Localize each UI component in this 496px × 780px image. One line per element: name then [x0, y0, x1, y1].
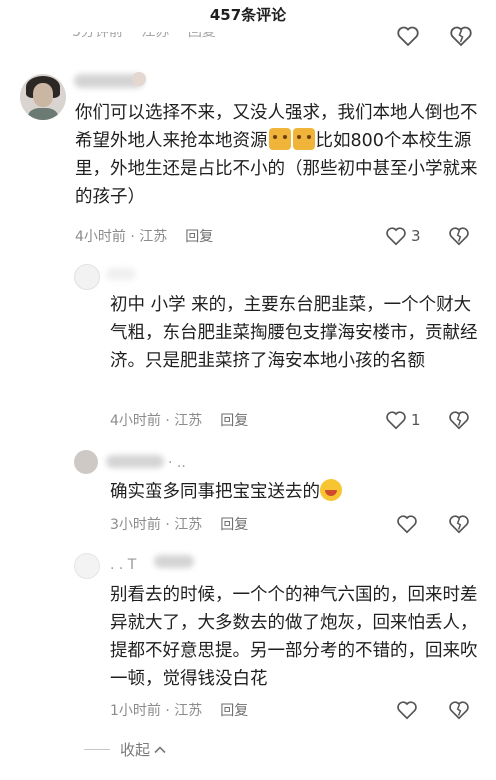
collapse-label: 收起	[120, 741, 151, 759]
like-button[interactable]	[396, 513, 418, 535]
dislike-button[interactable]	[448, 225, 470, 247]
username-blurred[interactable]	[106, 455, 164, 468]
reply-button[interactable]: 回复	[220, 517, 248, 533]
heart-icon	[386, 411, 406, 430]
heart-icon	[397, 515, 417, 534]
avatar[interactable]	[74, 450, 98, 474]
comment-meta: 1小时前 · 江苏 回复	[110, 703, 249, 719]
broken-heart-icon	[449, 515, 469, 534]
prev-time: 3分钟前	[72, 32, 123, 40]
reply-button[interactable]: 回复	[185, 229, 213, 245]
prev-like-icon[interactable]	[396, 24, 420, 48]
avatar[interactable]	[74, 553, 100, 579]
like-count: 1	[411, 411, 421, 429]
like-button[interactable]: 1	[385, 409, 421, 431]
laugh-cry-emoji-icon	[320, 479, 342, 501]
divider	[84, 749, 110, 750]
dislike-button[interactable]	[448, 409, 470, 431]
previous-comment-meta: 3分钟前 江苏 回复	[72, 32, 230, 48]
username-blurred[interactable]	[106, 268, 136, 280]
collapse-replies-button[interactable]: 收起	[84, 739, 167, 760]
comment-meta: 4小时前 · 江苏 回复	[75, 229, 214, 245]
broken-heart-icon	[449, 701, 469, 720]
broken-heart-icon	[449, 227, 469, 246]
comment-text: 初中 小学 来的，主要东台肥韭菜，一个个财大气粗，东台肥韭菜掏腰包支撑海安楼市，…	[110, 295, 478, 371]
comment-meta: 4小时前 · 江苏 回复	[110, 413, 249, 429]
like-button[interactable]: 3	[385, 225, 421, 247]
comments-header: 457条评论	[0, 0, 496, 30]
comment-text: 你们可以选择不来，又没人强求，我们本地人倒也不希望外地人来抢本地资源 比如800个…	[75, 103, 478, 207]
like-count: 3	[411, 227, 421, 245]
prev-reply-button[interactable]: 回复	[188, 32, 216, 40]
username-tail: . . T	[110, 557, 137, 573]
like-button[interactable]	[396, 699, 418, 721]
username-tail: · ..	[168, 455, 186, 471]
comment-count-title: 457条评论	[209, 6, 287, 24]
broken-heart-icon	[449, 411, 469, 430]
badge-icon	[132, 72, 146, 86]
chevron-up-icon	[154, 745, 166, 753]
cat-emoji-icon	[292, 128, 315, 150]
avatar[interactable]	[74, 264, 100, 290]
comment-text: 别看去的时候，一个个的神气六国的，回来时差异就大了，大多数去的做了炮灰，回来怕丢…	[110, 585, 478, 689]
reply-button[interactable]: 回复	[220, 413, 248, 429]
dislike-button[interactable]	[448, 699, 470, 721]
prev-location: 江苏	[141, 32, 170, 40]
comment-text: 确实蛮多同事把宝宝送去的	[110, 478, 480, 506]
avatar[interactable]	[20, 74, 66, 120]
username-blurred[interactable]	[154, 555, 194, 568]
comment-meta: 3小时前 · 江苏 回复	[110, 517, 249, 533]
heart-icon	[386, 227, 406, 246]
dislike-button[interactable]	[448, 513, 470, 535]
cat-emoji-icon	[268, 128, 291, 150]
prev-dislike-icon[interactable]	[449, 24, 473, 48]
heart-icon	[397, 701, 417, 720]
reply-button[interactable]: 回复	[220, 703, 248, 719]
